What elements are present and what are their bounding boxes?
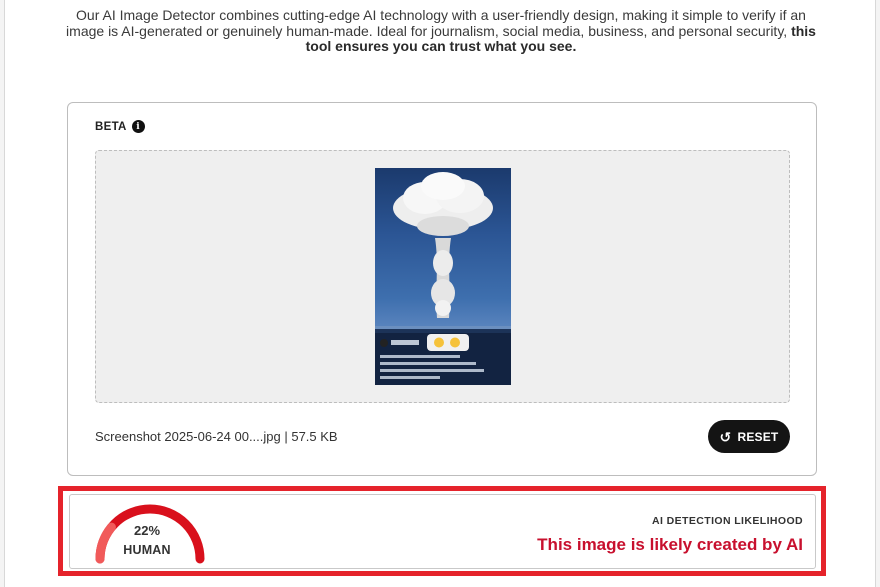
file-info: Screenshot 2025-06-24 00....jpg | 57.5 K…	[95, 429, 338, 444]
result-card: 22% HUMAN AI DETECTION LIKELIHOOD This i…	[69, 494, 816, 569]
preview-picture	[375, 172, 511, 385]
reset-button[interactable]: ↺ RESET	[708, 420, 790, 453]
reset-icon: ↺	[719, 428, 732, 445]
ai-detection-verdict: This image is likely created by AI	[537, 535, 803, 554]
intro-paragraph: Our AI Image Detector combines cutting-e…	[5, 7, 877, 55]
ai-detection-title: AI DETECTION LIKELIHOOD	[652, 515, 803, 527]
human-label: HUMAN	[123, 543, 171, 557]
human-percent: 22%	[133, 523, 161, 538]
reset-label: RESET	[737, 429, 779, 444]
image-dropzone[interactable]	[95, 150, 790, 403]
beta-badge: BETA i	[95, 120, 145, 133]
uploaded-image-preview	[375, 168, 511, 385]
page: Our AI Image Detector combines cutting-e…	[4, 0, 876, 587]
beta-label: BETA	[95, 120, 127, 133]
result-highlight-box: 22% HUMAN AI DETECTION LIKELIHOOD This i…	[58, 486, 826, 576]
intro-text: Our AI Image Detector combines cutting-e…	[66, 7, 806, 39]
info-icon[interactable]: i	[131, 120, 145, 133]
detector-card: BETA i Screenshot 2025-06-24 00....jpg |…	[67, 102, 817, 476]
